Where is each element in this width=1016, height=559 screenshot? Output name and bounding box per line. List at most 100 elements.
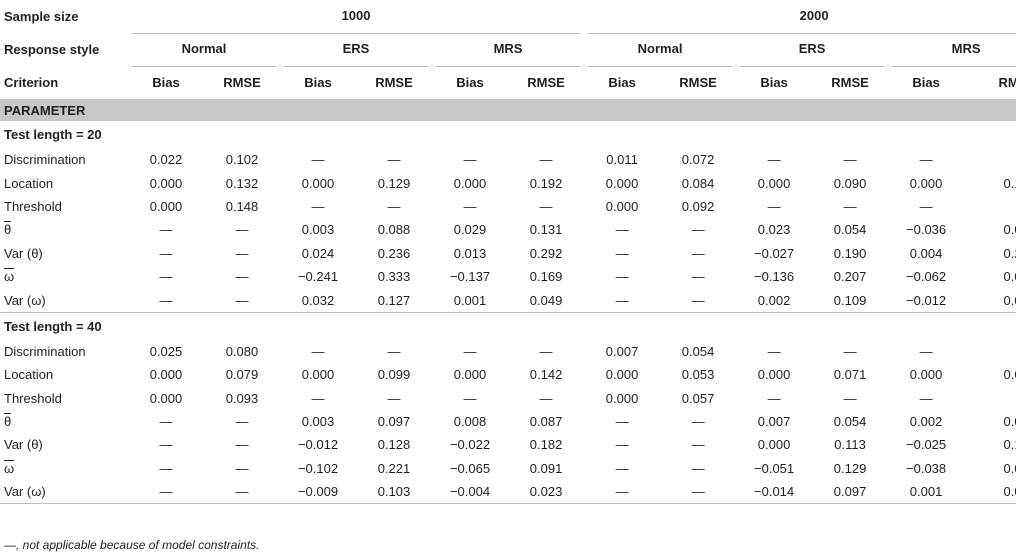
criterion-header: Bias: [888, 66, 965, 100]
table-cell: 0.003: [301, 222, 335, 238]
row-label: Threshold: [4, 390, 62, 406]
overline-mark: [4, 459, 15, 461]
table-cell: 0.084: [681, 175, 715, 191]
table-cell: 0.071: [833, 367, 867, 383]
table-row: Discrimination 0.025 0.080 — — — — 0.007 0.054 — —…: [0, 340, 1016, 363]
table-cell: —: [235, 245, 249, 261]
table-cell: —: [235, 460, 249, 476]
table-cell: 0.097: [377, 414, 411, 430]
style-mrs-1000: MRS: [432, 33, 584, 67]
table-cell: —: [463, 152, 477, 168]
table-cell: —: [691, 245, 705, 261]
table-cell: —: [843, 390, 857, 406]
table-cell: −0.065: [449, 460, 491, 476]
table-cell: —: [964, 148, 1016, 171]
table-cell: —: [159, 269, 173, 285]
table-cell: −0.012: [297, 437, 339, 453]
row-label: Var (θ): [4, 245, 43, 261]
table-cell: 0.032: [301, 292, 335, 308]
table-cell: 0.097: [812, 480, 889, 505]
table-cell: −0.036: [906, 222, 947, 238]
table-cell: 0.000: [149, 390, 183, 406]
table-cell: 0.000: [301, 367, 335, 383]
table-row: ω — — −0.102 0.221 −0.065 0.091 — — −0.051 0.129 −0…: [0, 457, 1016, 480]
overline-mark: [4, 413, 12, 415]
table-row: θ — — 0.003 0.088 0.029 0.131 — — 0.023 0.054 −0.03…: [0, 218, 1016, 241]
table-cell: −0.137: [449, 269, 491, 285]
table-cell: −0.136: [754, 269, 795, 285]
table-cell: 0.025: [149, 343, 183, 359]
table-row: Threshold 0.000 0.093 — — — — 0.000 0.057 — — — —: [0, 387, 1016, 410]
table-cell: 0.087: [529, 414, 563, 430]
table-cell: 0.000: [757, 175, 791, 191]
table-cell: −0.014: [736, 480, 813, 505]
table-cell: 0.000: [149, 198, 183, 214]
table-cell: —: [159, 414, 173, 430]
criterion-header: RMSE: [204, 66, 280, 100]
table-cell: —: [235, 292, 249, 308]
criterion-header-row: Criterion Bias RMSE Bias RMSE Bias RMSE …: [0, 66, 1016, 100]
table-cell: 0.079: [225, 367, 259, 383]
table-cell: −0.004: [432, 480, 508, 505]
section-title: Test length = 20: [4, 127, 102, 142]
table-cell: 0.000: [605, 198, 639, 214]
table-cell: 0.072: [681, 152, 715, 168]
table-cell: 0.129: [833, 460, 867, 476]
table-cell: —: [919, 198, 933, 214]
table-cell: 0.000: [453, 367, 487, 383]
table-cell: —: [539, 343, 553, 359]
table-cell: 0.000: [757, 367, 791, 383]
table-cell: 0.002: [757, 292, 791, 308]
table-cell: —: [159, 292, 173, 308]
table-cell: —: [767, 198, 781, 214]
footnote: —, not applicable because of model const…: [4, 538, 259, 552]
sample-size-1000: 1000: [128, 0, 584, 34]
table-cell: 0.218: [1003, 245, 1016, 261]
row-label: Var (ω): [0, 480, 128, 505]
criterion-header: Bias: [128, 66, 204, 100]
criterion-label: Criterion: [0, 66, 128, 100]
table-cell: —: [843, 198, 857, 214]
table-cell: 0.001: [453, 292, 487, 308]
table-cell: —: [691, 269, 705, 285]
table-cell: —: [767, 390, 781, 406]
table-cell: —: [539, 198, 553, 214]
table-cell: 0.003: [301, 414, 335, 430]
table-row: Location 0.000 0.132 0.000 0.129 0.000 0.192 0.…: [0, 171, 1016, 194]
table-cell: —: [159, 222, 173, 238]
table-cell: −0.051: [754, 460, 795, 476]
row-label: Var (θ): [4, 437, 43, 453]
table-row: Location 0.000 0.079 0.000 0.099 0.000 0.142 0.…: [0, 363, 1016, 386]
row-label: Discrimination: [4, 343, 86, 359]
table-cell: —: [311, 198, 325, 214]
table-cell: —: [615, 269, 629, 285]
table-cell: −0.027: [754, 245, 795, 261]
row-label: Var (ω): [4, 292, 46, 308]
table-cell: 0.192: [529, 175, 563, 191]
overline-mark: [4, 268, 15, 270]
table-cell: —: [615, 414, 629, 430]
criterion-header: RMSE: [660, 66, 737, 100]
table-cell: 0.132: [225, 175, 259, 191]
table-cell: —: [387, 152, 401, 168]
table-cell: 0.109: [833, 292, 867, 308]
table-cell: 0.054: [681, 343, 715, 359]
criterion-header: Bias: [280, 66, 356, 100]
table-cell: —: [843, 152, 857, 168]
table-cell: —: [691, 460, 705, 476]
table-cell: 0.051: [1003, 414, 1016, 430]
table-cell: —: [843, 343, 857, 359]
table-cell: —: [463, 343, 477, 359]
table-cell: 0.054: [833, 414, 867, 430]
table-cell: 0.000: [149, 175, 183, 191]
table-cell: —: [615, 245, 629, 261]
table-cell: 0.002: [909, 414, 943, 430]
table-row: θ — — 0.003 0.097 0.008 0.087 — — 0.007 0.054 0.002…: [0, 410, 1016, 433]
table-cell: 0.053: [681, 367, 715, 383]
table-cell: −0.102: [297, 460, 339, 476]
table-cell: —: [919, 343, 933, 359]
table-row: Var (θ) — — 0.024 0.236 0.013 0.292 — — −0.027 0.1…: [0, 242, 1016, 265]
response-style-header-row: Response style Normal ERS MRS Normal ERS…: [0, 33, 1016, 67]
table-cell: —: [919, 152, 933, 168]
criterion-header: RMSE: [812, 66, 889, 100]
